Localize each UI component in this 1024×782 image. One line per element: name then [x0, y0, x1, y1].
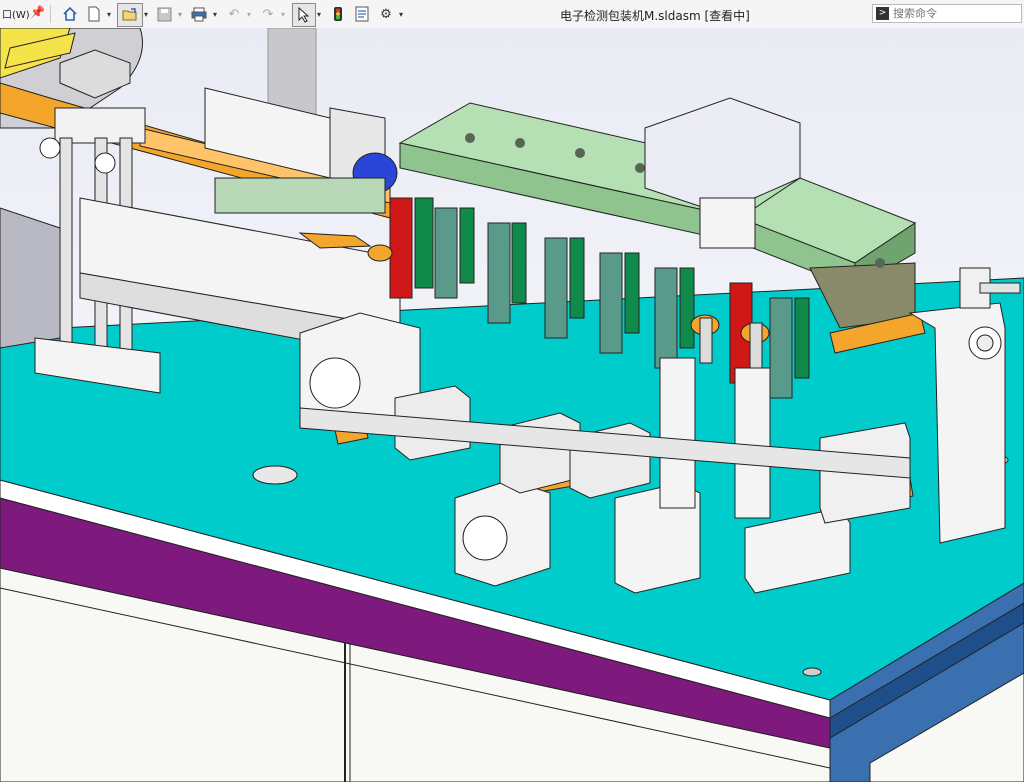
pin-icon[interactable]: 📌: [30, 5, 45, 19]
file-properties-icon[interactable]: [352, 3, 372, 25]
home-icon[interactable]: [60, 3, 80, 25]
chevron-down-icon[interactable]: ▾: [244, 3, 254, 25]
open-icon[interactable]: [117, 3, 143, 27]
title-bar: 口(W) 📌 ▾ ▾ ▾ ▾ ↶ ▾ ↷ ▾ ▾ ⚙ ▾ 电子检测包装机M.sl…: [0, 0, 1024, 29]
new-document-icon[interactable]: [84, 3, 104, 25]
chevron-down-icon[interactable]: ▾: [141, 3, 151, 25]
chevron-down-icon[interactable]: ▾: [175, 3, 185, 25]
table-hole: [252, 465, 298, 485]
options-gear-icon[interactable]: ⚙: [376, 3, 396, 25]
redo-icon[interactable]: ↷: [258, 3, 278, 25]
chevron-down-icon[interactable]: ▾: [210, 3, 220, 25]
terminal-icon: >: [876, 7, 889, 20]
chevron-down-icon[interactable]: ▾: [278, 3, 288, 25]
window-title: 电子检测包装机M.sldasm [查看中]: [560, 9, 750, 23]
print-icon[interactable]: [189, 3, 209, 25]
window-menu-fragment[interactable]: 口(W): [2, 6, 30, 21]
toolbar-separator: [50, 5, 51, 23]
rebuild-traffic-light-icon[interactable]: [330, 3, 346, 25]
chevron-down-icon[interactable]: ▾: [396, 3, 406, 25]
search-box[interactable]: >: [872, 4, 1022, 23]
graphics-viewport[interactable]: [0, 28, 1024, 782]
save-icon[interactable]: [154, 3, 174, 25]
undo-icon[interactable]: ↶: [224, 3, 244, 25]
chevron-down-icon[interactable]: ▾: [314, 3, 324, 25]
chevron-down-icon[interactable]: ▾: [104, 3, 114, 25]
select-pointer-icon[interactable]: [292, 3, 316, 27]
search-input[interactable]: [893, 6, 1018, 21]
